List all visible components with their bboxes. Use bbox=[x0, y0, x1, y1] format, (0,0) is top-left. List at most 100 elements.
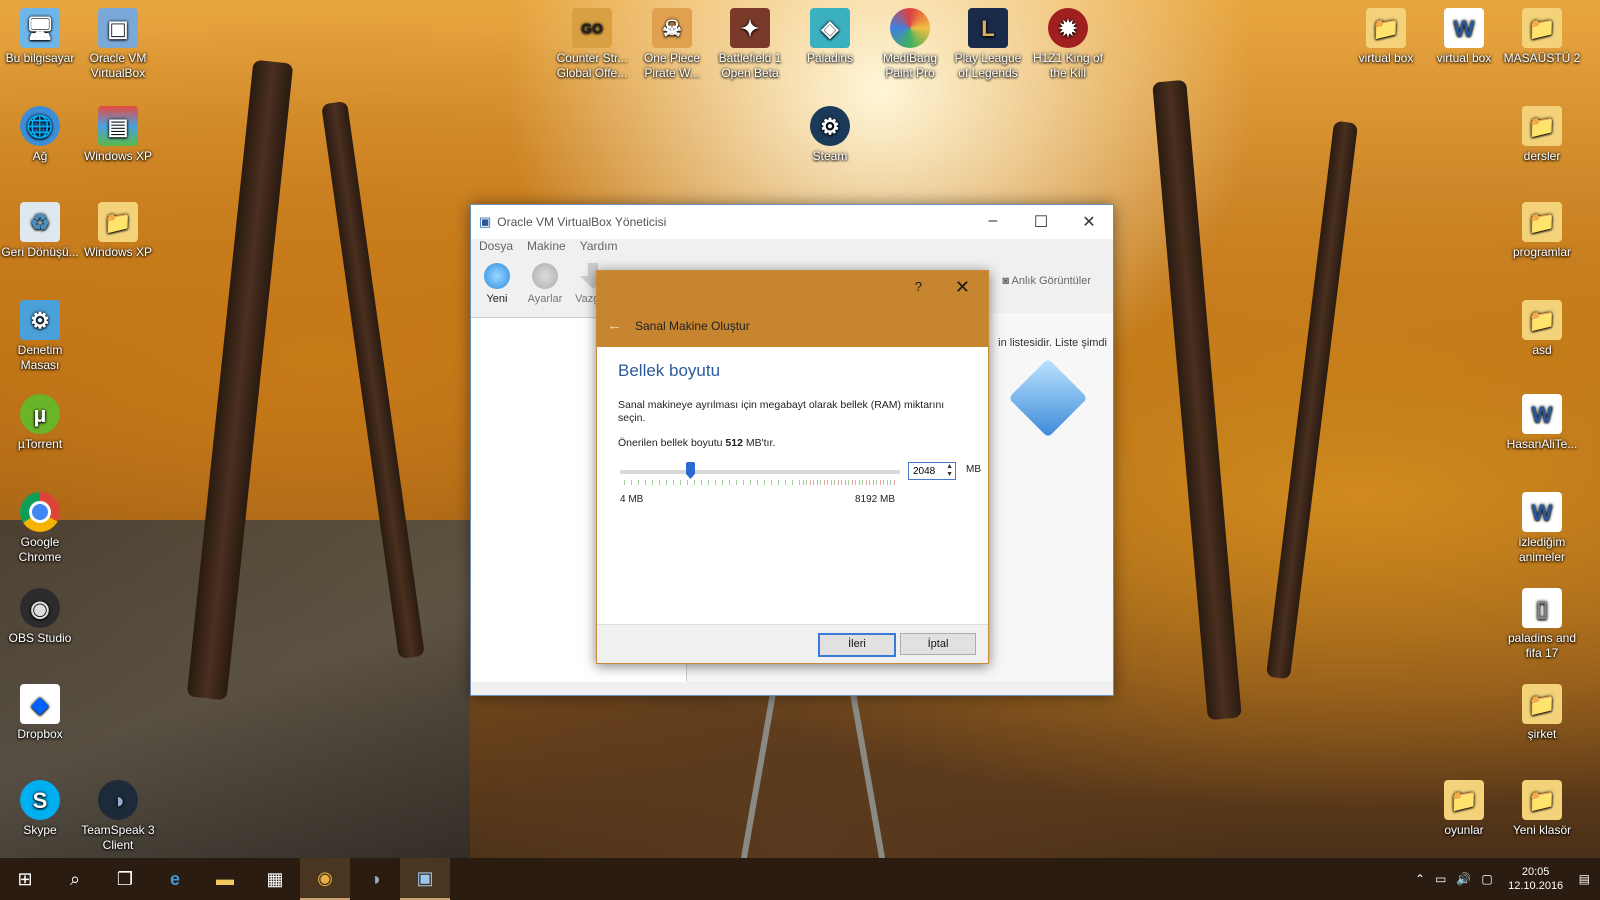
teamspeak-taskbar-icon[interactable]: ◑ bbox=[350, 858, 400, 900]
desktop-icon-virtualbox[interactable]: ▣ Oracle VM VirtualBox bbox=[78, 6, 158, 81]
next-button[interactable]: İleri bbox=[818, 633, 896, 657]
desktop-icon-programlar[interactable]: 📁 programlar bbox=[1502, 200, 1582, 260]
desktop-icon-sirket[interactable]: 📁 şirket bbox=[1502, 682, 1582, 742]
memory-spinbox[interactable]: 2048 ▲ ▼ bbox=[908, 462, 956, 480]
memory-value: 2048 bbox=[913, 466, 936, 477]
close-button[interactable]: ✕ bbox=[1065, 212, 1113, 232]
desktop-icon-csgo[interactable]: GO Counter Str... Global Offe... bbox=[552, 6, 632, 81]
obs-icon: ◉ bbox=[20, 588, 60, 628]
desktop-icon-h1z1[interactable]: ✹ H1Z1 King of the Kill bbox=[1028, 6, 1108, 81]
steam-icon: ⚙ bbox=[810, 106, 850, 146]
desktop-icon-network[interactable]: 🌐 Ağ bbox=[0, 104, 80, 164]
menu-help[interactable]: Yardım bbox=[580, 239, 618, 259]
min-label: 4 MB bbox=[620, 494, 644, 505]
chrome-icon bbox=[20, 492, 60, 532]
desktop-icon-one-piece[interactable]: ☠ One Piece Pirate W... bbox=[632, 6, 712, 81]
desktop-icon-dersler[interactable]: 📁 dersler bbox=[1502, 104, 1582, 164]
desktop-icon-league-of-legends[interactable]: L Play League of Legends bbox=[948, 6, 1028, 81]
desktop-icon-medibang[interactable]: MediBang Paint Pro bbox=[870, 6, 950, 81]
desktop-icon-teamspeak[interactable]: ◑ TeamSpeak 3 Client bbox=[78, 778, 158, 853]
recycle-bin-icon: ♻ bbox=[20, 202, 60, 242]
recommended-text: Önerilen bellek boyutu 512 MB'tır. bbox=[618, 437, 776, 449]
settings-button[interactable]: Ayarlar bbox=[523, 259, 567, 313]
menu-machine[interactable]: Makine bbox=[527, 239, 566, 259]
desktop-icon-dropbox[interactable]: ◆ Dropbox bbox=[0, 682, 80, 742]
desktop-icon-windows-xp[interactable]: ▤ Windows XP bbox=[78, 104, 158, 164]
desktop-icon-steam[interactable]: ⚙ Steam bbox=[790, 104, 870, 164]
teamspeak-icon: ◑ bbox=[98, 780, 138, 820]
desktop-icon-battlefield[interactable]: ✦ Battlefield 1 Open Beta bbox=[710, 6, 790, 81]
maximize-button[interactable]: ☐ bbox=[1017, 212, 1065, 232]
battery-icon[interactable]: ▭ bbox=[1435, 872, 1446, 886]
minimize-button[interactable]: – bbox=[969, 212, 1017, 232]
folder-icon: 📁 bbox=[1366, 8, 1406, 48]
desktop-icon-control-panel[interactable]: ⚙ Denetim Masası bbox=[0, 298, 80, 373]
folder-icon: 📁 bbox=[98, 202, 138, 242]
clock[interactable]: 20:05 12.10.2016 bbox=[1503, 865, 1569, 893]
dialog-header: ? ✕ ← Sanal Makine Oluştur bbox=[597, 271, 988, 347]
cancel-button[interactable]: İptal bbox=[900, 633, 976, 655]
h1z1-icon: ✹ bbox=[1048, 8, 1088, 48]
dialog-close-button[interactable]: ✕ bbox=[955, 277, 970, 298]
folder-icon: 📁 bbox=[1522, 106, 1562, 146]
tree-trunk bbox=[1265, 120, 1359, 680]
menu-file[interactable]: Dosya bbox=[479, 239, 513, 259]
desktop-icon-virtual-box-folder[interactable]: 📁 virtual box bbox=[1346, 6, 1426, 66]
task-view-icon[interactable]: ❐ bbox=[100, 858, 150, 900]
page-heading: Bellek boyutu bbox=[618, 361, 721, 380]
desktop-icon-yeni-klasor[interactable]: 📁 Yeni klasör bbox=[1502, 778, 1582, 838]
network-tray-icon[interactable]: ▢ bbox=[1481, 872, 1492, 886]
file-explorer-icon[interactable]: ▬ bbox=[200, 858, 250, 900]
desktop-icon-google-chrome[interactable]: Google Chrome bbox=[0, 490, 80, 565]
desktop-icon-paladins-fifa[interactable]: ▯ paladins and fifa 17 bbox=[1502, 586, 1582, 661]
desktop-icon-asd[interactable]: 📁 asd bbox=[1502, 298, 1582, 358]
league-icon: L bbox=[968, 8, 1008, 48]
start-button[interactable]: ⊞ bbox=[0, 858, 50, 900]
virtualbox-logo-icon bbox=[1008, 358, 1088, 438]
word-document-icon: W bbox=[1522, 394, 1562, 434]
folder-icon: 📁 bbox=[1522, 202, 1562, 242]
network-icon: 🌐 bbox=[20, 106, 60, 146]
desktop-icon-izledigim-animeler[interactable]: W izlediğim animeler bbox=[1502, 490, 1582, 565]
volume-icon[interactable]: 🔊 bbox=[1456, 872, 1471, 886]
desktop-icon-this-pc[interactable]: 🖥 Bu bilgisayar bbox=[0, 6, 80, 66]
desktop-icon-virtual-box-doc[interactable]: W virtual box bbox=[1424, 6, 1504, 66]
desktop-icon-obs-studio[interactable]: ◉ OBS Studio bbox=[0, 586, 80, 646]
spin-arrows-icon[interactable]: ▲ ▼ bbox=[946, 463, 953, 479]
unit-label: MB bbox=[966, 464, 981, 475]
description-text: Sanal makineye ayrılması için megabayt o… bbox=[618, 399, 945, 424]
taskbar: ⊞ ⌕ ❐ e ▬ ▦ ◉ ◑ ▣ ⌃ ▭ 🔊 ▢ 20:05 12.10.20… bbox=[0, 858, 1600, 900]
notifications-icon[interactable]: ▤ bbox=[1579, 872, 1590, 886]
help-button[interactable]: ? bbox=[915, 279, 922, 294]
tree-trunk bbox=[1152, 79, 1242, 721]
desktop-icon-utorrent[interactable]: µ µTorrent bbox=[0, 392, 80, 452]
desktop-icon-oyunlar[interactable]: 📁 oyunlar bbox=[1424, 778, 1504, 838]
edge-icon[interactable]: e bbox=[150, 858, 200, 900]
system-tray: ⌃ ▭ 🔊 ▢ 20:05 12.10.2016 ▤ bbox=[1415, 865, 1600, 893]
word-document-icon: W bbox=[1522, 492, 1562, 532]
text-file-icon: ▯ bbox=[1522, 588, 1562, 628]
back-arrow-icon[interactable]: ← bbox=[607, 317, 622, 334]
chevron-up-icon[interactable]: ⌃ bbox=[1415, 872, 1425, 886]
memory-slider-row: 2048 ▲ ▼ MB 4 MB 8192 MB bbox=[618, 462, 981, 505]
window-titlebar[interactable]: ▣ Oracle VM VirtualBox Yöneticisi – ☐ ✕ bbox=[471, 205, 1113, 239]
new-button[interactable]: Yeni bbox=[475, 259, 519, 313]
desktop-icon-paladins[interactable]: ◈ Paladins bbox=[790, 6, 870, 66]
virtualbox-taskbar-icon[interactable]: ▣ bbox=[400, 858, 450, 900]
recommended-value: 512 bbox=[725, 437, 743, 449]
memory-slider-thumb[interactable] bbox=[686, 462, 695, 479]
word-document-icon: W bbox=[1444, 8, 1484, 48]
desktop-icon-skype[interactable]: S Skype bbox=[0, 778, 80, 838]
memory-slider-track[interactable] bbox=[620, 470, 900, 474]
chrome-taskbar-icon[interactable]: ◉ bbox=[300, 858, 350, 900]
control-panel-icon: ⚙ bbox=[20, 300, 60, 340]
one-piece-icon: ☠ bbox=[652, 8, 692, 48]
new-machine-icon bbox=[484, 263, 510, 289]
desktop-icon-masaustu-2[interactable]: 📁 MASAÜSTÜ 2 bbox=[1502, 6, 1582, 66]
search-icon[interactable]: ⌕ bbox=[50, 858, 100, 900]
snapshots-tab[interactable]: ◙ Anlık Görüntüler bbox=[1002, 275, 1091, 287]
desktop-icon-recycle-bin[interactable]: ♻ Geri Dönüşü... bbox=[0, 200, 80, 260]
desktop-icon-windows-xp-folder[interactable]: 📁 Windows XP bbox=[78, 200, 158, 260]
store-icon[interactable]: ▦ bbox=[250, 858, 300, 900]
desktop-icon-hasanali[interactable]: W HasanAliTe... bbox=[1502, 392, 1582, 452]
